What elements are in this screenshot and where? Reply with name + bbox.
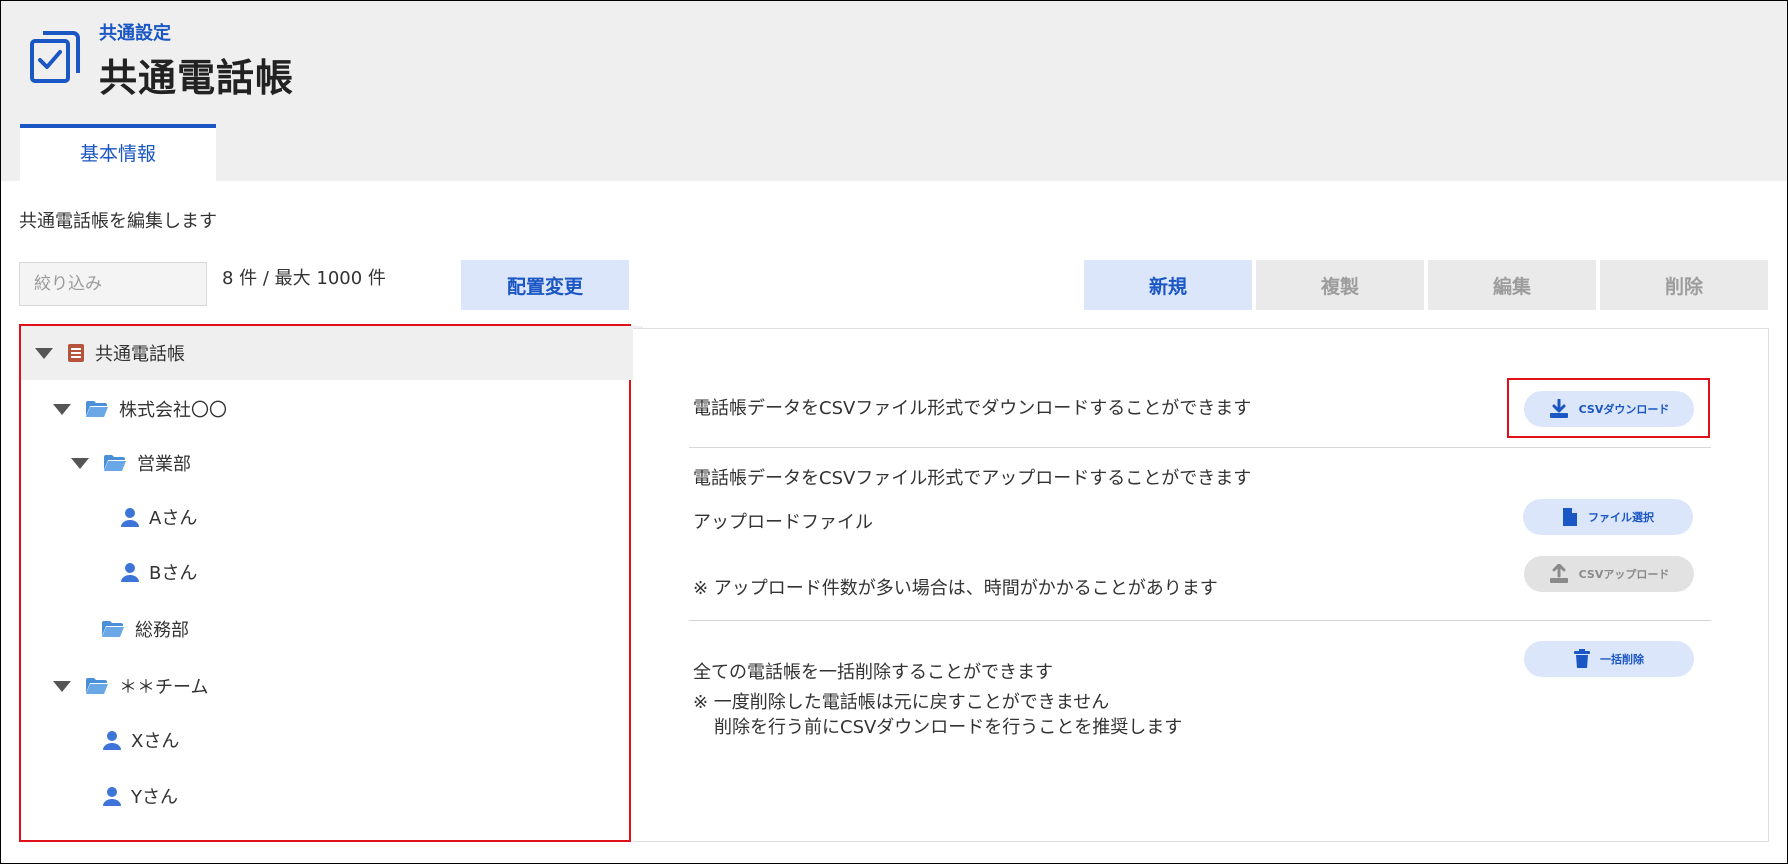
bulk-delete-recommendation: 削除を行う前にCSVダウンロードを行うことを推奨します <box>714 717 1183 738</box>
caret-down-icon[interactable] <box>71 457 89 469</box>
trash-icon <box>1574 649 1590 668</box>
csv-upload-button[interactable]: CSVアップロード <box>1524 556 1694 592</box>
page-description: 共通電話帳を編集します <box>19 211 217 232</box>
section-divider <box>689 447 1711 448</box>
tree-node-general-affairs[interactable]: 総務部 <box>21 602 709 656</box>
tree-node-team[interactable]: ＊＊チーム <box>21 659 661 713</box>
bulk-delete-button[interactable]: 一括削除 <box>1524 641 1694 677</box>
delete-button[interactable]: 削除 <box>1600 260 1768 310</box>
tree-node-label: ＊＊チーム <box>119 677 209 698</box>
csv-upload-label: CSVアップロード <box>1578 568 1670 581</box>
tree-node-label: 株式会社〇〇 <box>119 400 227 421</box>
caret-down-icon[interactable] <box>35 347 53 359</box>
tree-node-label: 共通電話帳 <box>95 344 185 365</box>
upload-note: ※ アップロード件数が多い場合は、時間がかかることがあります <box>693 578 1218 599</box>
tree-node-person-y[interactable]: Yさん <box>21 769 711 823</box>
csv-download-button[interactable]: CSVダウンロード <box>1524 391 1694 427</box>
phonebook-tree: 共通電話帳 株式会社〇〇 営業部 Aさん Bさん 総務部 ＊＊チーム Xさん Y… <box>19 324 643 842</box>
folder-open-icon <box>86 401 108 417</box>
tree-node-person-x[interactable]: Xさん <box>21 713 711 767</box>
tree-node-label: 営業部 <box>137 454 191 475</box>
bulk-delete-description: 全ての電話帳を一括削除することができます <box>693 662 1053 683</box>
upload-description: 電話帳データをCSVファイル形式でアップロードすることができます <box>693 468 1252 489</box>
person-icon <box>103 787 121 806</box>
file-select-button[interactable]: ファイル選択 <box>1523 499 1693 535</box>
file-icon <box>1563 508 1577 526</box>
caret-down-icon[interactable] <box>53 680 71 692</box>
upload-icon <box>1549 564 1568 583</box>
person-icon <box>121 508 139 527</box>
caret-down-icon[interactable] <box>53 403 71 415</box>
tree-node-root[interactable]: 共通電話帳 <box>21 326 643 380</box>
tree-node-label: Yさん <box>131 787 178 808</box>
upload-file-label: アップロードファイル <box>693 512 873 533</box>
record-count: 8 件 / 最大 1000 件 <box>222 268 386 289</box>
folder-open-icon <box>102 621 124 637</box>
tree-node-person-a[interactable]: Aさん <box>21 490 729 544</box>
section-divider <box>689 620 1711 621</box>
page-title: 共通電話帳 <box>99 56 295 100</box>
page-header: 共通設定 共通電話帳 基本情報 <box>1 1 1787 182</box>
bulk-delete-label: 一括削除 <box>1600 653 1644 666</box>
person-icon <box>103 731 121 750</box>
rearrange-button[interactable]: 配置変更 <box>461 260 629 310</box>
download-icon <box>1549 399 1568 418</box>
book-icon <box>68 344 84 362</box>
download-description: 電話帳データをCSVファイル形式でダウンロードすることができます <box>693 398 1252 419</box>
duplicate-button[interactable]: 複製 <box>1256 260 1424 310</box>
tab-basic-info[interactable]: 基本情報 <box>20 124 216 182</box>
tree-node-person-b[interactable]: Bさん <box>21 545 729 599</box>
checklist-icon <box>30 31 80 83</box>
folder-open-icon <box>86 678 108 694</box>
folder-open-icon <box>104 455 126 471</box>
bulk-delete-warning: ※ 一度削除した電話帳は元に戻すことができません <box>693 692 1110 713</box>
tree-node-label: 総務部 <box>135 620 189 641</box>
tree-node-sales[interactable]: 営業部 <box>21 436 679 490</box>
new-button[interactable]: 新規 <box>1084 260 1252 310</box>
edit-button[interactable]: 編集 <box>1428 260 1596 310</box>
tree-node-label: Xさん <box>131 731 180 752</box>
tree-node-label: Bさん <box>149 563 198 584</box>
filter-input[interactable] <box>19 262 207 306</box>
file-select-label: ファイル選択 <box>1588 511 1654 524</box>
breadcrumb[interactable]: 共通設定 <box>99 19 171 45</box>
tree-node-label: Aさん <box>149 508 198 529</box>
person-icon <box>121 563 139 582</box>
csv-download-label: CSVダウンロード <box>1578 403 1670 416</box>
tree-node-company[interactable]: 株式会社〇〇 <box>21 382 661 436</box>
